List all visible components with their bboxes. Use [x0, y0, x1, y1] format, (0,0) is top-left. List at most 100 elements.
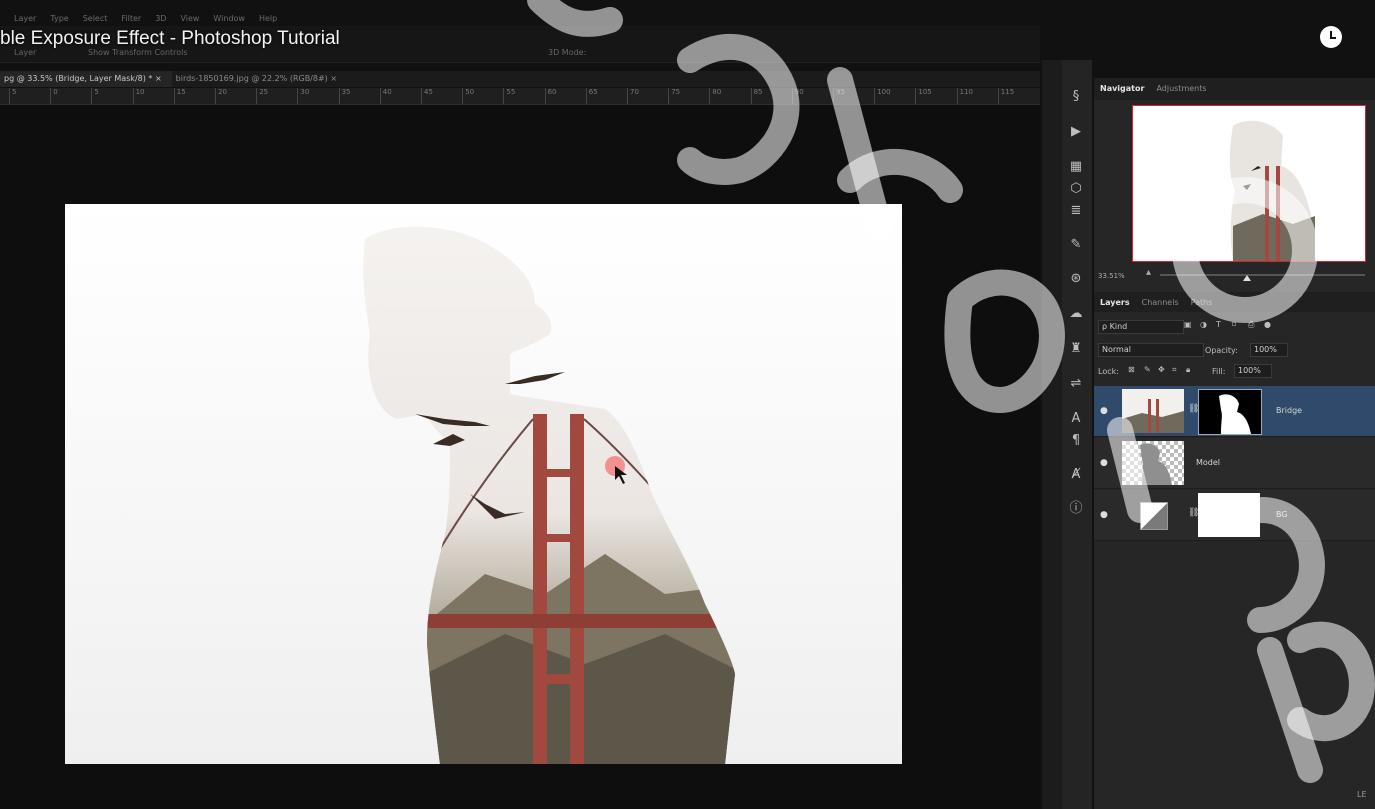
- navigator-tabs: Navigator Adjustments: [1094, 78, 1375, 100]
- menu-layer[interactable]: Layer: [14, 14, 36, 26]
- histogram-icon[interactable]: ▦: [1066, 158, 1086, 176]
- ruler-tick-label: 100: [874, 88, 891, 104]
- character-icon[interactable]: A: [1066, 410, 1086, 428]
- adjustment-icon[interactable]: ⇌: [1066, 375, 1086, 393]
- tab-layers[interactable]: Layers: [1094, 292, 1136, 312]
- visibility-eye-icon[interactable]: ●: [1100, 510, 1110, 520]
- creative-cloud-icon[interactable]: ☁: [1066, 305, 1086, 323]
- layer-thumbnail[interactable]: [1122, 389, 1184, 433]
- clone-source-icon[interactable]: ⊛: [1066, 270, 1086, 288]
- tab-bridge-document[interactable]: pg @ 33.5% (Bridge, Layer Mask/8) * ×: [0, 71, 172, 87]
- navigator-preview[interactable]: [1132, 105, 1366, 262]
- lock-paint-icon[interactable]: ✎: [1144, 365, 1151, 374]
- tab-birds-document[interactable]: birds-1850169.jpg @ 22.2% (RGB/8#) ×: [172, 71, 347, 87]
- menu-window[interactable]: Window: [213, 14, 245, 26]
- ruler-tick-label: 65: [585, 88, 598, 104]
- menu-filter[interactable]: Filter: [121, 14, 141, 26]
- kind-filter-select[interactable]: ρ Kind: [1098, 320, 1184, 334]
- ruler-tick-label: 85: [750, 88, 763, 104]
- blend-mode-select[interactable]: Normal: [1098, 343, 1204, 357]
- layer-row-bridge[interactable]: ● ⛓ Bridge: [1094, 386, 1375, 437]
- tab-paths[interactable]: Paths: [1185, 292, 1219, 312]
- ruler-tick-label: 30: [297, 88, 310, 104]
- ruler-tick-label: 5: [8, 88, 17, 104]
- info-icon[interactable]: ⓘ: [1066, 500, 1086, 518]
- lock-position-icon[interactable]: ✥: [1158, 365, 1165, 374]
- tab-adjustments[interactable]: Adjustments: [1150, 78, 1212, 100]
- puppet-icon[interactable]: ♜: [1066, 340, 1086, 358]
- layer-thumbnail[interactable]: [1122, 441, 1184, 485]
- play-icon[interactable]: ▶: [1066, 123, 1086, 141]
- zoom-row: 33.51% ▴: [1094, 267, 1375, 284]
- document-tabs: pg @ 33.5% (Bridge, Layer Mask/8) * × bi…: [0, 71, 1040, 87]
- tab-label: pg @ 33.5% (Bridge, Layer Mask/8) *: [4, 74, 153, 83]
- type-filter-icon[interactable]: T: [1216, 320, 1221, 329]
- tab-navigator[interactable]: Navigator: [1094, 78, 1150, 100]
- filter-toggle-icon[interactable]: ●: [1264, 320, 1271, 329]
- fill-input[interactable]: 100%: [1234, 364, 1272, 378]
- layer-name[interactable]: BG: [1276, 510, 1288, 519]
- visibility-eye-icon[interactable]: ●: [1100, 406, 1110, 416]
- layer-mask-thumbnail[interactable]: [1198, 389, 1262, 435]
- shape-filter-icon[interactable]: ⌑: [1232, 320, 1236, 329]
- pixel-filter-icon[interactable]: ▣: [1184, 320, 1192, 329]
- zoom-out-icon[interactable]: ▴: [1146, 267, 1151, 278]
- ruler-tick-label: 10: [132, 88, 145, 104]
- zoom-slider-knob[interactable]: [1243, 275, 1251, 281]
- ruler-tick-label: 80: [709, 88, 722, 104]
- opacity-input[interactable]: 100%: [1250, 343, 1288, 357]
- ruler-tick-label: 75: [668, 88, 681, 104]
- ruler-tick-label: 45: [421, 88, 433, 104]
- 3d-cube-icon[interactable]: ⬡: [1066, 180, 1086, 198]
- menu-select[interactable]: Select: [83, 14, 108, 26]
- ruler-tick-label: 90: [791, 88, 804, 104]
- brush-icon[interactable]: ✎: [1066, 236, 1086, 254]
- corner-text: LE: [1357, 790, 1367, 799]
- glyphs-icon[interactable]: Ⱥ: [1066, 466, 1086, 484]
- document-canvas[interactable]: [65, 204, 902, 764]
- ruler-tick-label: 25: [256, 88, 269, 104]
- ruler-tick-label: 115: [997, 88, 1015, 104]
- ruler-tick-label: 40: [379, 88, 392, 104]
- watch-later-icon[interactable]: [1320, 26, 1342, 48]
- layer-name[interactable]: Model: [1196, 458, 1220, 467]
- zoom-slider[interactable]: [1160, 274, 1365, 276]
- properties-icon[interactable]: ≣: [1066, 202, 1086, 220]
- ruler-tick-label: 70: [627, 88, 639, 104]
- lock-artboard-icon[interactable]: ⌗: [1172, 365, 1177, 375]
- 3d-mode-label: 3D Mode:: [548, 48, 587, 57]
- gradient-fill-thumbnail[interactable]: [1140, 502, 1168, 530]
- ruler-tick-label: 55: [503, 88, 516, 104]
- smart-object-filter-icon[interactable]: ⎙: [1248, 320, 1254, 330]
- ruler-tick-label: 5: [91, 88, 99, 104]
- layer-row-bg[interactable]: ● ⛓ BG: [1094, 490, 1375, 541]
- zoom-value[interactable]: 33.51%: [1098, 272, 1125, 280]
- ruler-tick-label: 15: [173, 88, 186, 104]
- ruler-tick-label: 110: [956, 88, 973, 104]
- close-icon[interactable]: ×: [330, 74, 337, 83]
- layers-tabs: Layers Channels Paths: [1094, 292, 1375, 312]
- ruler-tick-label: 95: [833, 88, 845, 104]
- close-icon[interactable]: ×: [155, 74, 162, 83]
- menu-help[interactable]: Help: [259, 14, 277, 26]
- lock-label: Lock:: [1098, 367, 1119, 376]
- adjustment-filter-icon[interactable]: ◑: [1200, 320, 1207, 329]
- history-icon[interactable]: §: [1066, 88, 1086, 106]
- lock-all-icon[interactable]: 🔒︎: [1186, 365, 1190, 375]
- lock-transparent-icon[interactable]: ⊠: [1128, 365, 1135, 374]
- ruler-tick-label: 105: [915, 88, 932, 104]
- ruler-tick-label: 0: [49, 88, 58, 104]
- visibility-eye-icon[interactable]: ●: [1100, 458, 1110, 468]
- layer-mask-thumbnail[interactable]: [1198, 493, 1260, 537]
- paragraph-icon[interactable]: ¶: [1066, 432, 1086, 450]
- tab-channels[interactable]: Channels: [1136, 292, 1185, 312]
- horizontal-ruler: 5 0 5 10 15 20 25 30 35 40 45 50 55 60 65 70 75 80 85 90 95 1…: [0, 88, 1040, 105]
- layer-row-model[interactable]: ● Model: [1094, 438, 1375, 489]
- menu-view[interactable]: View: [180, 14, 199, 26]
- ruler-tick-label: 20: [215, 88, 227, 104]
- layer-name[interactable]: Bridge: [1276, 406, 1302, 415]
- menu-3d[interactable]: 3D: [155, 14, 166, 26]
- menu-type[interactable]: Type: [50, 14, 68, 26]
- ruler-tick-label: 60: [544, 88, 557, 104]
- navigator-preview-image: [1229, 120, 1315, 261]
